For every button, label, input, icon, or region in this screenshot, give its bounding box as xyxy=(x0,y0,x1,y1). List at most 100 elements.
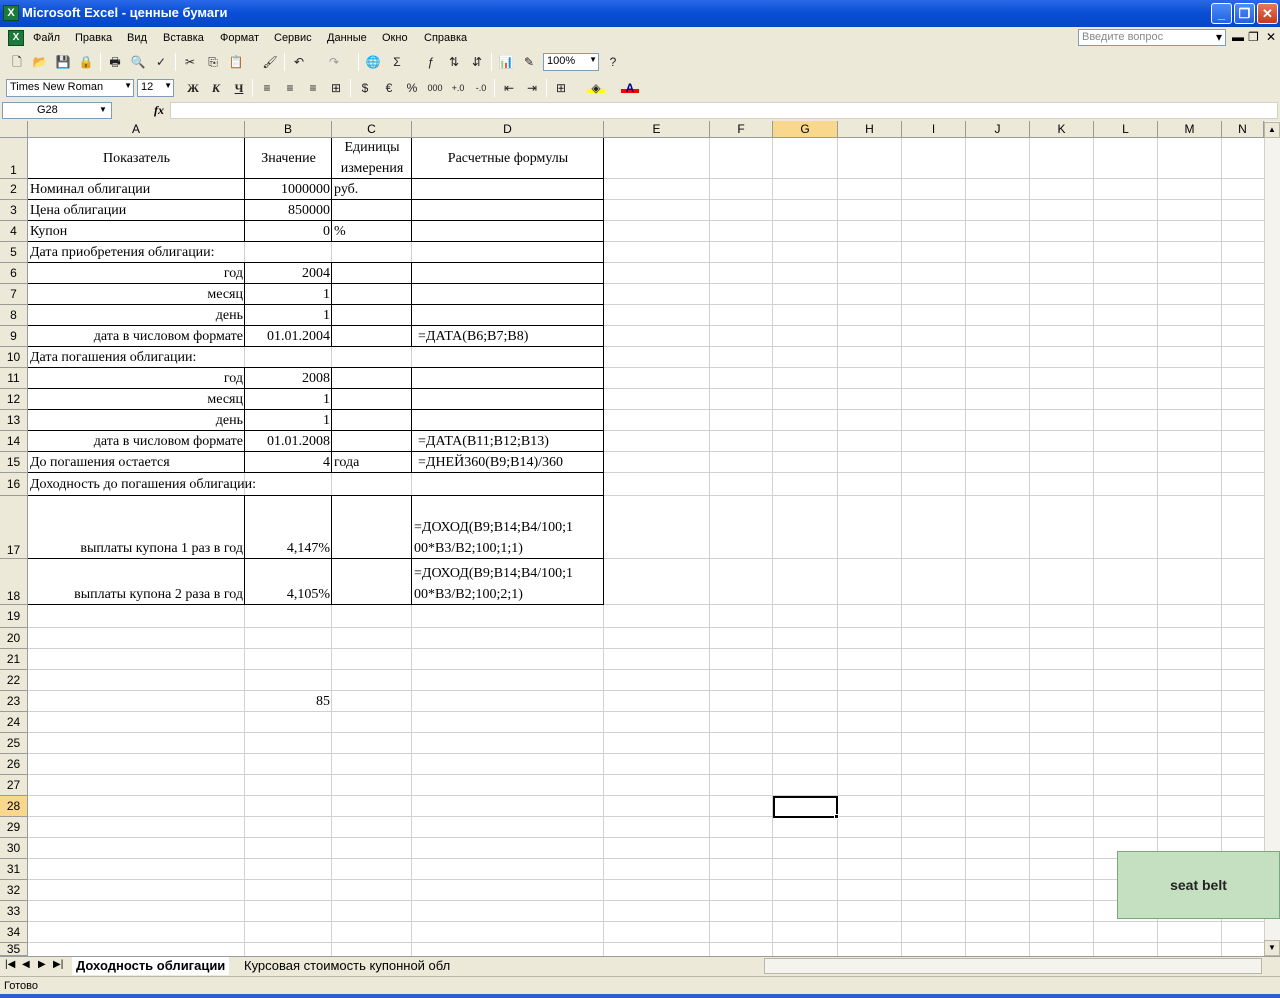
fill-color-icon[interactable]: ◈ xyxy=(587,79,605,95)
column-header-n[interactable]: N xyxy=(1222,121,1264,138)
column-header-c[interactable]: C xyxy=(332,121,412,138)
row-header-35[interactable]: 35 xyxy=(0,943,28,956)
cell-d18b[interactable]: 00*B3/B2;100;2;1) xyxy=(412,584,604,605)
maximize-button[interactable]: ❐ xyxy=(1234,3,1255,24)
row-header-33[interactable]: 33 xyxy=(0,901,28,922)
doc-close-icon[interactable]: ✕ xyxy=(1266,30,1276,44)
cell-b14[interactable]: 01.01.2008 xyxy=(245,431,332,452)
row-header-23[interactable]: 23 xyxy=(0,691,28,712)
font-size-select[interactable]: 12 ▼ xyxy=(137,79,174,97)
fill-handle[interactable] xyxy=(834,814,839,819)
open-icon[interactable]: 📂 xyxy=(31,53,49,71)
cell-c1a[interactable]: Единицы xyxy=(332,138,412,158)
cell-b8[interactable]: 1 xyxy=(245,305,332,326)
menu-tools[interactable]: Сервис xyxy=(274,32,312,44)
align-center-icon[interactable]: ≡ xyxy=(281,79,299,97)
minimize-button[interactable]: _ xyxy=(1211,3,1232,24)
cell-d9[interactable]: =ДАТА(B6;B7;B8) xyxy=(412,326,604,347)
row-header-2[interactable]: 2 xyxy=(0,179,28,200)
cell-a12[interactable]: месяц xyxy=(28,389,245,410)
excel-app-icon[interactable]: X xyxy=(3,5,19,21)
decrease-indent-icon[interactable]: ⇤ xyxy=(500,79,518,97)
last-sheet-icon[interactable]: ▶| xyxy=(53,959,63,970)
align-right-icon[interactable]: ≡ xyxy=(304,79,322,97)
drawing-icon[interactable]: ✎ xyxy=(520,53,538,71)
chart-wizard-icon[interactable]: 📊 xyxy=(497,53,515,71)
hyperlink-icon[interactable]: 🌐 xyxy=(364,53,382,71)
column-header-l[interactable]: L xyxy=(1094,121,1158,138)
cell-a16[interactable]: Доходность до погашения облигации: xyxy=(28,473,604,496)
row-header-19[interactable]: 19 xyxy=(0,605,28,628)
row-header-8[interactable]: 8 xyxy=(0,305,28,326)
row-header-31[interactable]: 31 xyxy=(0,859,28,880)
row-header-13[interactable]: 13 xyxy=(0,410,28,431)
scroll-down-icon[interactable]: ▼ xyxy=(1264,940,1280,956)
format-painter-icon[interactable]: 🖌 xyxy=(261,53,279,71)
cell-b1[interactable]: Значение xyxy=(245,138,332,179)
sheet-tab-market-value[interactable]: Курсовая стоимость купонной обл xyxy=(240,957,454,975)
column-header-e[interactable]: E xyxy=(604,121,710,138)
help-search-input[interactable]: Введите вопрос xyxy=(1078,29,1226,46)
cut-icon[interactable]: ✂ xyxy=(181,53,199,71)
row-header-12[interactable]: 12 xyxy=(0,389,28,410)
cell-b12[interactable]: 1 xyxy=(245,389,332,410)
font-color-icon[interactable]: A xyxy=(621,79,639,95)
cell-d1[interactable]: Расчетные формулы xyxy=(412,138,604,179)
font-name-select[interactable]: Times New Roman ▼ xyxy=(6,79,134,97)
print-icon[interactable]: 🖶 xyxy=(106,53,124,71)
row-header-22[interactable]: 22 xyxy=(0,670,28,691)
underline-button[interactable]: Ч xyxy=(230,79,248,97)
column-header-b[interactable]: B xyxy=(245,121,332,138)
insert-function-button[interactable]: fx xyxy=(154,103,164,118)
row-header-29[interactable]: 29 xyxy=(0,817,28,838)
cell-a7[interactable]: месяц xyxy=(28,284,245,305)
row-header-3[interactable]: 3 xyxy=(0,200,28,221)
row-header-4[interactable]: 4 xyxy=(0,221,28,242)
cell-d15[interactable]: =ДНЕЙ360(B9;B14)/360 xyxy=(412,452,604,473)
select-all-corner[interactable] xyxy=(0,121,28,138)
save-icon[interactable]: 💾 xyxy=(54,53,72,71)
row-header-27[interactable]: 27 xyxy=(0,775,28,796)
menu-file[interactable]: Файл xyxy=(33,32,60,44)
cell-b11[interactable]: 2008 xyxy=(245,368,332,389)
cell-a2[interactable]: Номинал облигации xyxy=(28,179,245,200)
percent-button[interactable]: % xyxy=(403,79,421,97)
row-header-28[interactable]: 28 xyxy=(0,796,28,817)
next-sheet-icon[interactable]: ▶ xyxy=(38,959,46,970)
name-box[interactable]: G28 xyxy=(2,102,112,119)
paste-icon[interactable]: 📋 xyxy=(227,53,245,71)
vertical-scrollbar[interactable] xyxy=(1264,121,1280,956)
cell-a10[interactable]: Дата погашения облигации: xyxy=(28,347,604,368)
italic-button[interactable]: К xyxy=(207,79,225,97)
cell-a6[interactable]: год xyxy=(28,263,245,284)
row-header-26[interactable]: 26 xyxy=(0,754,28,775)
column-header-f[interactable]: F xyxy=(710,121,773,138)
column-header-a[interactable]: A xyxy=(28,121,245,138)
cell-a13[interactable]: день xyxy=(28,410,245,431)
column-header-k[interactable]: K xyxy=(1030,121,1094,138)
row-header-16[interactable]: 16 xyxy=(0,473,28,496)
row-header-32[interactable]: 32 xyxy=(0,880,28,901)
column-header-d[interactable]: D xyxy=(412,121,604,138)
cell-d17a[interactable]: =ДОХОД(B9;B14;B4/100;1 xyxy=(412,517,604,538)
active-cell-g28[interactable] xyxy=(773,796,838,818)
permission-icon[interactable]: 🔒 xyxy=(77,53,95,71)
menu-format[interactable]: Формат xyxy=(220,32,259,44)
doc-restore-icon[interactable]: ❐ xyxy=(1248,30,1259,44)
copy-icon[interactable]: ⎘ xyxy=(204,53,222,71)
cell-b23[interactable]: 85 xyxy=(245,691,332,712)
cell-a11[interactable]: год xyxy=(28,368,245,389)
seat-belt-overlay[interactable]: seat belt xyxy=(1117,851,1280,919)
help-icon[interactable]: ? xyxy=(604,53,622,71)
euro-button[interactable]: € xyxy=(380,79,398,97)
scroll-up-icon[interactable]: ▲ xyxy=(1264,122,1280,138)
cell-c1b[interactable]: измерения xyxy=(332,159,412,179)
row-header-17[interactable]: 17 xyxy=(0,496,28,559)
cell-a15[interactable]: До погашения остается xyxy=(28,452,245,473)
sheet-tab-yield[interactable]: Доходность облигации xyxy=(72,957,230,975)
row-header-9[interactable]: 9 xyxy=(0,326,28,347)
close-button[interactable]: ✕ xyxy=(1257,3,1278,24)
cell-b7[interactable]: 1 xyxy=(245,284,332,305)
cell-d17b[interactable]: 00*B3/B2;100;1;1) xyxy=(412,538,604,559)
cell-b13[interactable]: 1 xyxy=(245,410,332,431)
